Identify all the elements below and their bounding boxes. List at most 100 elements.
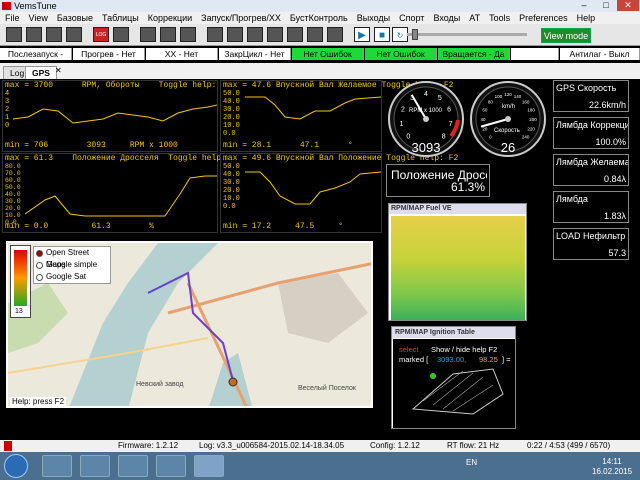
tool4-icon[interactable]	[207, 27, 223, 42]
gauge-tick-label: 240	[522, 135, 530, 140]
map-option-google-simple[interactable]: Google simple	[34, 259, 110, 271]
param-lambda-correction: Лямбда Коррекци 100.0%	[553, 117, 629, 149]
param-label: LOAD Нефильтр	[556, 231, 626, 241]
menu-bar: File View Базовые Таблицы Коррекции Запуск/Пр…	[0, 12, 640, 24]
tool8-icon[interactable]	[287, 27, 303, 42]
close-button[interactable]: ✕	[617, 0, 639, 11]
menu-file[interactable]: File	[0, 12, 24, 24]
menu-view[interactable]: View	[24, 12, 52, 24]
chrome-icon[interactable]	[156, 455, 186, 477]
firefox-icon[interactable]	[118, 455, 148, 477]
radio-icon	[36, 250, 43, 257]
repeat-icon[interactable]: ↻	[392, 27, 408, 42]
param-gps-speed: GPS Скорость 22.6km/h	[553, 80, 629, 112]
tool7-icon[interactable]	[267, 27, 283, 42]
legend-gradient	[14, 250, 27, 306]
map-speed-legend: 13	[10, 245, 31, 318]
graph-title: RPM, Обороты	[81, 81, 140, 90]
graph-unit: RPM x 1000	[129, 141, 178, 150]
gauge-tick-label: 6	[447, 106, 451, 113]
status-errors-1: Нет Ошибок	[292, 48, 364, 60]
clock[interactable]: 14:11 16.02.2015	[592, 457, 632, 477]
rpm-gauge-label: RPM x 1000	[409, 108, 443, 114]
tool3-icon[interactable]	[180, 27, 196, 42]
tool2-icon[interactable]	[160, 27, 176, 42]
fuel-ve-title: RPM/MAP Fuel VE	[389, 204, 526, 214]
ign-marked-rpm: 3093.00,	[437, 355, 467, 364]
table2-icon[interactable]	[46, 27, 62, 42]
tool5-icon[interactable]	[227, 27, 243, 42]
playback-slider-thumb[interactable]	[412, 29, 418, 40]
map-option-google-sat[interactable]: Google Sat	[34, 271, 110, 283]
gauge-tick-label: 100	[495, 94, 503, 99]
vemstune-taskbar-icon[interactable]	[194, 455, 224, 477]
throttle-graph[interactable]: max = 61.3 Положение Дросселя Toggle hel…	[2, 153, 240, 233]
map-label-village: Веселый Поселок	[298, 385, 356, 392]
menu-tables[interactable]: Таблицы	[97, 12, 143, 24]
stop-icon[interactable]: ■	[374, 27, 390, 42]
gauge-tick-label: 120	[504, 92, 512, 97]
rpm-gauge: 012345678 RPM x 1000 3093	[387, 80, 465, 158]
ignition-3d-view[interactable]: select Show / hide help F2 marked [ 3093…	[393, 339, 515, 428]
intake-cam-position-graph[interactable]: max = 49.6 Впускной Вал Положение Toggle…	[220, 153, 458, 233]
minimize-button[interactable]: –	[573, 0, 595, 11]
menu-outputs[interactable]: Выходы	[352, 12, 394, 24]
gauge-tick-label: 80	[488, 99, 494, 104]
param-value: 1.83λ	[603, 211, 626, 221]
chart-icon[interactable]	[113, 27, 129, 42]
menu-preferences[interactable]: Preferences	[514, 12, 572, 24]
playback-slider[interactable]	[407, 33, 527, 36]
throttle-graph-header: max = 61.3 Положение Дросселя Toggle hel…	[5, 154, 240, 163]
menu-start[interactable]: Запуск/Прогрев/ХХ	[196, 12, 285, 24]
tool-icon[interactable]	[140, 27, 156, 42]
menu-sport[interactable]: Спорт	[394, 12, 428, 24]
language-indicator[interactable]: EN	[466, 458, 477, 467]
bottom-status-bar: Firmware: 1.2.12 Log: v3.3_u006584-2015.…	[0, 440, 640, 452]
map-option-osm[interactable]: Open Street Maps	[34, 247, 110, 269]
fuel-ve-table[interactable]: RPM/MAP Fuel VE	[388, 203, 527, 321]
open-icon[interactable]	[6, 27, 22, 42]
rpm-graph[interactable]: max = 3700 RPM, Обороты Toggle help: F2 …	[2, 80, 231, 152]
gauge-tick-label: 1	[400, 121, 404, 128]
gauge-icon[interactable]	[66, 27, 82, 42]
menu-tools[interactable]: Tools	[484, 12, 514, 24]
cam-position-graph-line	[245, 171, 381, 205]
ign-marked-suffix: ] =	[502, 355, 511, 364]
intake-cam-target-graph[interactable]: max = 47.6 Впускной Вал Желаемое Toggle …	[220, 80, 453, 152]
tool6-icon[interactable]	[247, 27, 263, 42]
tool9-icon[interactable]	[307, 27, 323, 42]
explorer-icon[interactable]	[42, 455, 72, 477]
log-button[interactable]: LOG	[93, 27, 109, 42]
menu-corrections[interactable]: Коррекции	[143, 12, 196, 24]
tab-gps[interactable]: GPS	[25, 66, 57, 79]
menu-boost[interactable]: БустКонтроль	[285, 12, 352, 24]
status-strip: Послезапуск - Нет Прогрев - Нет XX - Нет…	[0, 48, 640, 71]
tab-bar: Log GPS ✕	[0, 63, 640, 79]
gauge-tick-label: 160	[522, 99, 530, 104]
fuel-ve-grid[interactable]	[391, 216, 525, 320]
start-button[interactable]	[4, 454, 28, 478]
log-label: LOG	[95, 32, 107, 38]
param-label: Лямбда	[556, 194, 588, 204]
view-mode-button[interactable]: View mode	[541, 28, 591, 43]
menu-base[interactable]: Базовые	[52, 12, 97, 24]
media-player-icon[interactable]	[80, 455, 110, 477]
clock-time: 14:11	[602, 457, 622, 466]
legend-value: 13	[15, 308, 23, 315]
maximize-button[interactable]: □	[595, 0, 617, 11]
gauge-tick-label: 140	[514, 94, 522, 99]
menu-at[interactable]: AT	[464, 12, 484, 24]
graph-ticks: 50.0 40.0 30.0 20.0 10.0 0.0	[223, 90, 240, 138]
tab-close-icon[interactable]: ✕	[55, 66, 62, 75]
rt-flow: RT flow: 21 Hz	[447, 441, 500, 450]
ignition-table[interactable]: RPM/MAP Ignition Table select Show / hid…	[391, 326, 516, 429]
table-icon[interactable]	[26, 27, 42, 42]
menu-help[interactable]: Help	[572, 12, 600, 24]
graph-title: Впускной Вал Желаемое	[275, 81, 377, 90]
rpm-graph-header: max = 3700 RPM, Обороты Toggle help: F2	[5, 81, 231, 90]
clock-date: 16.02.2015	[592, 467, 633, 476]
menu-inputs[interactable]: Входы	[428, 12, 464, 24]
play-icon[interactable]: ▶	[354, 27, 370, 42]
status-afterstart: Послезапуск - Нет	[0, 48, 72, 71]
tool10-icon[interactable]	[327, 27, 343, 42]
